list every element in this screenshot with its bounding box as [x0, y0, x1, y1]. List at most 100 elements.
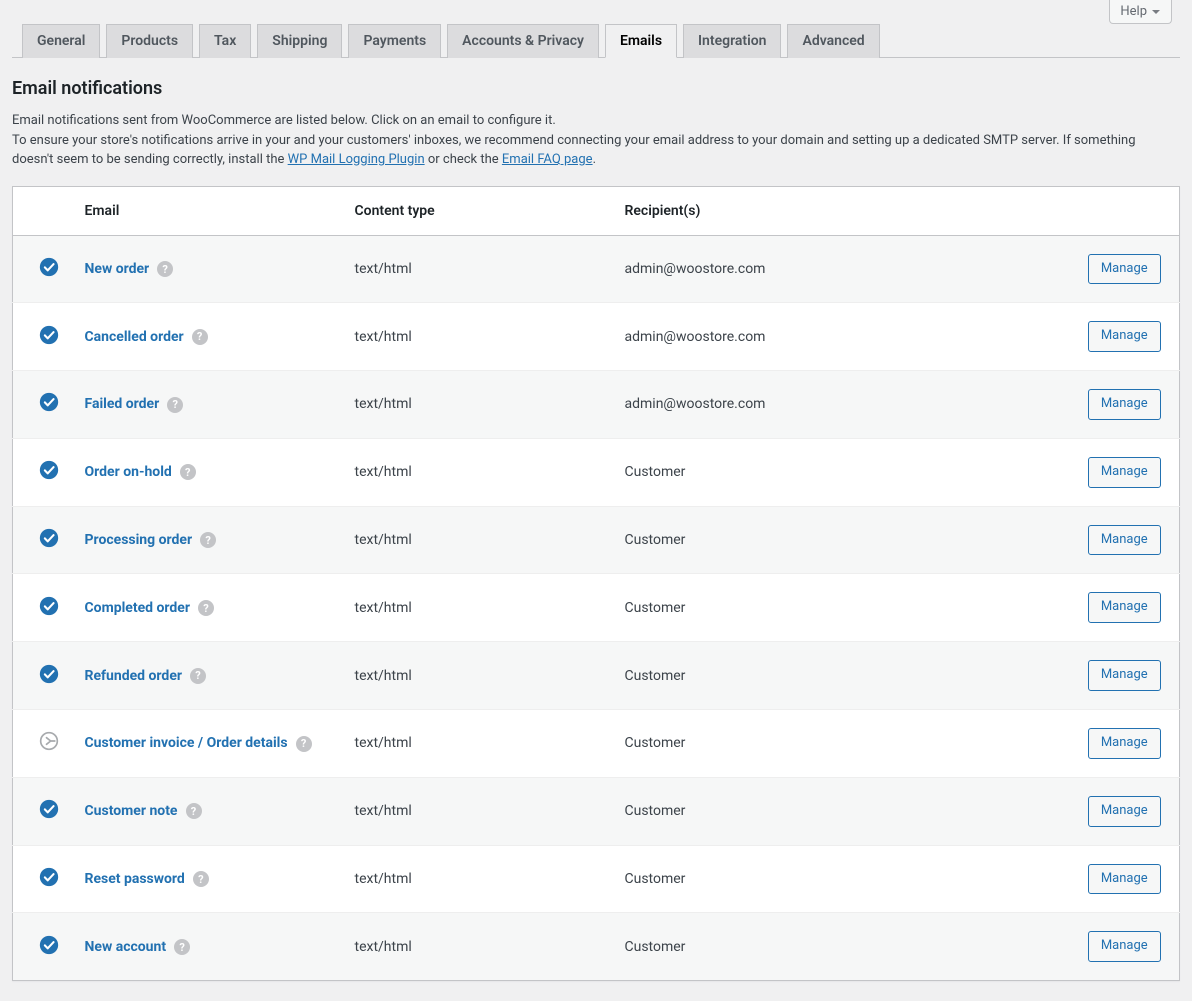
manage-button[interactable]: Manage	[1088, 525, 1161, 556]
email-faq-link[interactable]: Email FAQ page	[502, 152, 593, 167]
recipient-cell: Customer	[613, 845, 1070, 913]
wp-mail-logging-link[interactable]: WP Mail Logging Plugin	[288, 152, 425, 167]
tab-advanced[interactable]: Advanced	[787, 24, 879, 58]
recipient-cell: admin@woostore.com	[613, 303, 1070, 371]
table-row: Refunded order?text/htmlCustomerManage	[13, 642, 1180, 710]
arrow-circle-icon	[39, 731, 59, 751]
content-type-cell: text/html	[343, 438, 613, 506]
recipient-cell: Customer	[613, 438, 1070, 506]
status-cell	[13, 574, 73, 642]
help-tip-icon[interactable]: ?	[200, 532, 216, 548]
description-line1: Email notifications sent from WooCommerc…	[12, 113, 556, 128]
recipient-cell: admin@woostore.com	[613, 235, 1070, 303]
email-link[interactable]: Completed order	[85, 600, 190, 616]
content-type-cell: text/html	[343, 303, 613, 371]
status-cell	[13, 506, 73, 574]
email-link[interactable]: New order	[85, 261, 150, 277]
email-link[interactable]: Customer note	[85, 803, 178, 819]
help-tip-icon[interactable]: ?	[180, 464, 196, 480]
help-tip-icon[interactable]: ?	[192, 329, 208, 345]
check-circle-icon	[39, 596, 59, 616]
page-title: Email notifications	[12, 78, 1180, 99]
caret-down-icon	[1151, 7, 1161, 17]
recipient-cell: Customer	[613, 574, 1070, 642]
help-tip-icon[interactable]: ?	[198, 600, 214, 616]
th-status	[13, 186, 73, 235]
help-tip-icon[interactable]: ?	[186, 803, 202, 819]
manage-button[interactable]: Manage	[1088, 389, 1161, 420]
actions-cell: Manage	[1070, 845, 1180, 913]
help-tip-icon[interactable]: ?	[190, 668, 206, 684]
help-tip-icon[interactable]: ?	[157, 261, 173, 277]
manage-button[interactable]: Manage	[1088, 931, 1161, 962]
status-cell	[13, 303, 73, 371]
manage-button[interactable]: Manage	[1088, 864, 1161, 895]
tab-payments[interactable]: Payments	[348, 24, 441, 58]
content-type-cell: text/html	[343, 371, 613, 439]
table-row: Order on-hold? text/htmlCustomer Manage	[13, 438, 1180, 506]
email-link[interactable]: Failed order	[85, 396, 160, 412]
table-row: New order? text/htmladmin@woostore.com Man…	[13, 235, 1180, 303]
check-circle-icon	[39, 867, 59, 887]
manage-button[interactable]: Manage	[1088, 457, 1161, 488]
email-link[interactable]: New account	[85, 939, 167, 955]
tabs: GeneralProductsTaxShippingPaymentsAccoun…	[12, 24, 1180, 58]
table-row: New account?text/htmlCustomerManage	[13, 913, 1180, 981]
email-link[interactable]: Reset password	[85, 871, 185, 887]
email-link[interactable]: Refunded order	[85, 668, 183, 684]
help-tip-icon[interactable]: ?	[296, 736, 312, 752]
table-row: Reset password?text/htmlCustomerManage	[13, 845, 1180, 913]
description: Email notifications sent from WooCommerc…	[12, 111, 1180, 170]
help-tip-icon[interactable]: ?	[193, 871, 209, 887]
email-cell: Customer note?	[73, 777, 343, 845]
status-cell	[13, 845, 73, 913]
email-link[interactable]: Customer invoice / Order details	[85, 735, 288, 751]
email-link[interactable]: Cancelled order	[85, 329, 184, 345]
check-circle-icon	[39, 460, 59, 480]
tab-general[interactable]: General	[22, 24, 100, 58]
content-type-cell: text/html	[343, 235, 613, 303]
table-row: Failed order?text/htmladmin@woostore.com…	[13, 371, 1180, 439]
email-cell: Failed order?	[73, 371, 343, 439]
th-email: Email	[73, 186, 343, 235]
actions-cell: Manage	[1070, 371, 1180, 439]
check-circle-icon	[39, 664, 59, 684]
recipient-cell: Customer	[613, 777, 1070, 845]
status-cell	[13, 913, 73, 981]
recipient-cell: Customer	[613, 913, 1070, 981]
manage-button[interactable]: Manage	[1088, 592, 1161, 623]
actions-cell: Manage	[1070, 777, 1180, 845]
table-row: Customer invoice / Order details?text/ht…	[13, 710, 1180, 778]
email-cell: Cancelled order?	[73, 303, 343, 371]
email-link[interactable]: Order on-hold	[85, 464, 172, 480]
manage-button[interactable]: Manage	[1088, 254, 1161, 285]
tab-integration[interactable]: Integration	[683, 24, 781, 58]
tab-tax[interactable]: Tax	[199, 24, 251, 58]
check-circle-icon	[39, 257, 59, 277]
email-cell: Customer invoice / Order details?	[73, 710, 343, 778]
actions-cell: Manage	[1070, 506, 1180, 574]
help-tip-icon[interactable]: ?	[167, 397, 183, 413]
recipient-cell: Customer	[613, 642, 1070, 710]
manage-button[interactable]: Manage	[1088, 321, 1161, 352]
help-tab[interactable]: Help	[1109, 0, 1172, 24]
tab-shipping[interactable]: Shipping	[257, 24, 342, 58]
emails-table: Email Content type Recipient(s) New orde…	[12, 186, 1180, 982]
status-cell	[13, 777, 73, 845]
content-type-cell: text/html	[343, 710, 613, 778]
tab-emails[interactable]: Emails	[605, 24, 677, 58]
content-type-cell: text/html	[343, 642, 613, 710]
check-circle-icon	[39, 935, 59, 955]
manage-button[interactable]: Manage	[1088, 660, 1161, 691]
manage-button[interactable]: Manage	[1088, 796, 1161, 827]
help-tip-icon[interactable]: ?	[174, 939, 190, 955]
email-cell: Completed order?	[73, 574, 343, 642]
th-recipient: Recipient(s)	[613, 186, 1070, 235]
email-cell: Refunded order?	[73, 642, 343, 710]
manage-button[interactable]: Manage	[1088, 728, 1161, 759]
actions-cell: Manage	[1070, 913, 1180, 981]
tab-accounts-privacy[interactable]: Accounts & Privacy	[447, 24, 599, 58]
actions-cell: Manage	[1070, 574, 1180, 642]
email-link[interactable]: Processing order	[85, 532, 193, 548]
tab-products[interactable]: Products	[106, 24, 193, 58]
